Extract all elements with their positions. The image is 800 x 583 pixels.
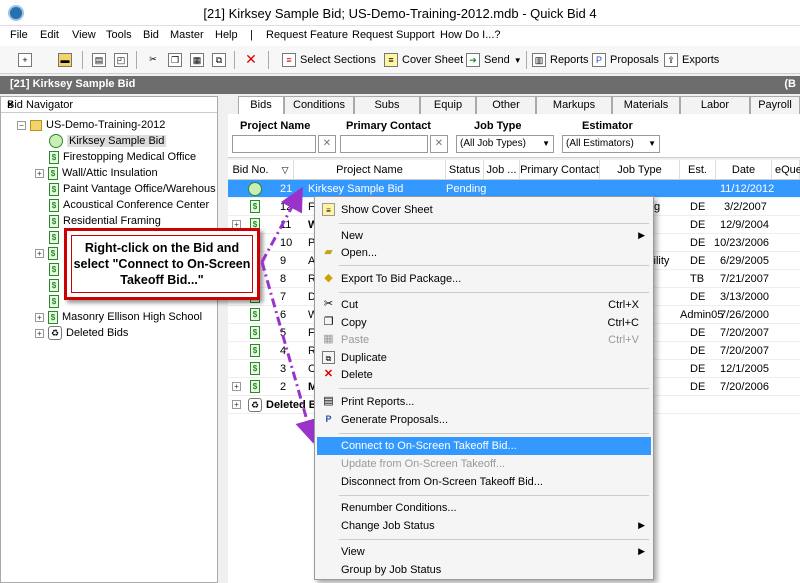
menu-new[interactable]: New ▶ <box>317 227 651 245</box>
menu-cut[interactable]: ✂ Cut Ctrl+X <box>317 296 651 314</box>
arrow-to-bid-row <box>260 186 303 263</box>
proposals-icon: P <box>325 414 332 424</box>
copy-icon: ❐ <box>323 316 334 328</box>
menu-print-reports[interactable]: ▤ Print Reports... <box>317 393 651 411</box>
cut-icon: ✂ <box>323 298 334 310</box>
menu-connect-on-screen-takeoff[interactable]: Connect to On-Screen Takeoff Bid... <box>317 437 651 455</box>
menu-group-by-job-status[interactable]: Group by Job Status <box>317 561 651 579</box>
print-icon: ▤ <box>323 395 334 407</box>
menu-disconnect-takeoff[interactable]: Disconnect from On-Screen Takeoff Bid... <box>317 473 651 491</box>
cover-sheet-icon: ≡ <box>322 203 335 216</box>
menu-change-job-status[interactable]: Change Job Status ▶ <box>317 517 651 535</box>
menu-update-from-takeoff: Update from On-Screen Takeoff... <box>341 458 506 470</box>
delete-icon: ✕ <box>323 368 334 380</box>
menu-open[interactable]: ▰ Open... <box>317 244 651 262</box>
context-menu: ≡ Show Cover Sheet New ▶ ▰ Open... ◆ Export … <box>314 196 654 580</box>
menu-view[interactable]: View ▶ <box>317 543 651 561</box>
duplicate-icon: ⧉ <box>322 351 335 364</box>
chevron-right-icon: ▶ <box>638 546 645 556</box>
chevron-right-icon: ▶ <box>638 520 645 530</box>
menu-show-cover-sheet[interactable]: ≡ Show Cover Sheet <box>317 201 651 219</box>
open-folder-icon: ▰ <box>324 246 333 258</box>
chevron-right-icon: ▶ <box>638 230 645 240</box>
menu-export-bid-package[interactable]: ◆ Export To Bid Package... <box>317 270 651 288</box>
package-icon: ◆ <box>324 272 333 284</box>
menu-duplicate[interactable]: ⧉ Duplicate <box>317 349 651 367</box>
menu-delete[interactable]: ✕ Delete <box>317 366 651 384</box>
arrow-to-connect-item <box>260 261 319 444</box>
menu-paste: ▦ Paste Ctrl+V <box>323 333 639 346</box>
menu-copy[interactable]: ❐ Copy Ctrl+C <box>317 314 651 332</box>
menu-generate-proposals[interactable]: P Generate Proposals... <box>317 411 651 429</box>
paste-icon: ▦ <box>323 333 334 345</box>
menu-renumber-conditions[interactable]: Renumber Conditions... <box>317 499 651 517</box>
